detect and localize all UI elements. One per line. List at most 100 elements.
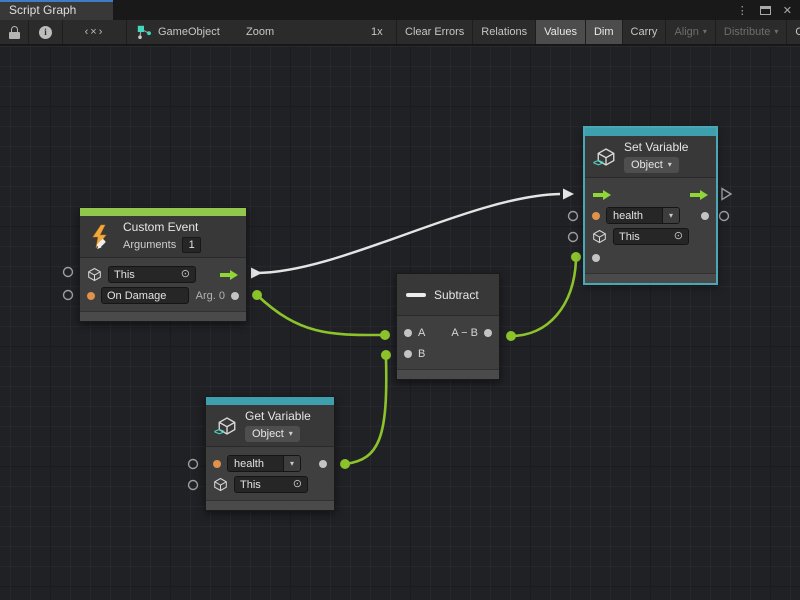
node-get-variable[interactable]: <> Get Variable Object ▾ health ▾ [205, 396, 335, 511]
info-button[interactable]: i [29, 20, 63, 44]
button-label: Values [544, 26, 577, 38]
field-value: On Damage [107, 290, 166, 302]
wire-dot[interactable] [340, 459, 350, 469]
node-footer [206, 500, 334, 510]
external-port-circle[interactable] [64, 291, 73, 300]
button-label: Carry [631, 26, 658, 38]
variable-name-dropdown[interactable]: health ▾ [606, 207, 680, 224]
scope-value: Object [252, 428, 284, 440]
output-port[interactable] [484, 329, 492, 337]
external-port-circle[interactable] [569, 212, 578, 221]
flow-out-arrow-icon[interactable] [219, 269, 239, 281]
gameobject-cube-icon [87, 267, 102, 282]
align-button[interactable]: Align ▾ [666, 20, 715, 44]
graph-toolbar: i ‹×› GameObject Zoom 1x Clear Errors Re… [0, 20, 800, 45]
external-flow-port-triangle[interactable] [722, 189, 731, 200]
input-b-port[interactable] [404, 350, 412, 358]
lock-button[interactable] [0, 20, 29, 44]
values-button[interactable]: Values [536, 20, 586, 44]
tab-script-graph[interactable]: Script Graph [0, 0, 113, 20]
node-set-variable[interactable]: <> Set Variable Object ▾ [584, 127, 717, 284]
distribute-button[interactable]: Distribute ▾ [716, 20, 787, 44]
tab-label: Script Graph [9, 3, 76, 17]
close-icon[interactable]: ✕ [783, 4, 792, 17]
object-picker-icon[interactable]: ⊙ [293, 479, 302, 490]
value-wire-arg0-to-subtract-a[interactable] [257, 295, 383, 335]
input-b-label: B [418, 348, 425, 360]
node-custom-event[interactable]: Custom Event Arguments 1 This ⊙ [79, 207, 247, 322]
zoom-label: Zoom [246, 20, 274, 44]
target-object-field[interactable]: This ⊙ [613, 228, 689, 245]
flow-port-in-set-variable[interactable] [563, 189, 574, 200]
node-ports: health ▾ This ⊙ [585, 178, 716, 273]
carry-button[interactable]: Carry [623, 20, 667, 44]
node-title: Get Variable [245, 409, 311, 423]
variable-icon: <> [215, 416, 237, 436]
wire-dot[interactable] [252, 290, 262, 300]
node-ports: health ▾ This ⊙ [206, 447, 334, 500]
input-a-port[interactable] [404, 329, 412, 337]
name-port[interactable] [213, 460, 221, 468]
node-header: <> Set Variable Object ▾ [585, 136, 716, 178]
arguments-count-field[interactable]: 1 [182, 237, 201, 253]
external-port-circle[interactable] [569, 233, 578, 242]
variable-scope-dropdown[interactable]: Object ▾ [624, 157, 679, 173]
port-row-input-value [585, 247, 716, 268]
variable-name-dropdown[interactable]: health ▾ [227, 455, 301, 472]
object-picker-icon[interactable]: ⊙ [674, 231, 683, 242]
arg0-output-port[interactable] [231, 292, 239, 300]
chevron-down-icon: ▾ [703, 28, 707, 36]
port-row-event: On Damage Arg. 0 [80, 285, 246, 306]
value-wire-subtract-to-setvariable[interactable] [511, 260, 576, 336]
clear-errors-button[interactable]: Clear Errors [396, 20, 473, 44]
flow-wire-customevent-to-setvariable[interactable] [256, 194, 560, 273]
flow-port-out-custom-event[interactable] [251, 268, 262, 279]
button-label: Align [674, 26, 698, 38]
external-port-circle[interactable] [720, 212, 729, 221]
value-input-port[interactable] [592, 254, 600, 262]
name-port[interactable] [592, 212, 600, 220]
node-subtract[interactable]: Subtract A A − B B [396, 273, 500, 380]
overview-button[interactable]: Overview [787, 20, 800, 44]
event-port[interactable] [87, 292, 95, 300]
value-wire-getvariable-to-subtract-b[interactable] [345, 358, 386, 464]
value-output-port[interactable] [701, 212, 709, 220]
tab-bar: Script Graph ⋮ ✕ [0, 0, 800, 20]
wire-dot[interactable] [571, 252, 581, 262]
dim-button[interactable]: Dim [586, 20, 623, 44]
external-port-circle[interactable] [64, 268, 73, 277]
wire-dot[interactable] [381, 350, 391, 360]
node-header: Custom Event Arguments 1 [80, 216, 246, 258]
menu-dots-icon[interactable]: ⋮ [737, 4, 748, 17]
node-color-bar [585, 128, 716, 136]
value-output-port[interactable] [319, 460, 327, 468]
node-header: Subtract [397, 274, 499, 316]
maximize-icon[interactable] [760, 6, 771, 15]
variable-scope-dropdown[interactable]: Object ▾ [245, 426, 300, 442]
gameobject-reference[interactable]: GameObject [127, 20, 239, 44]
toolbar-buttons: Clear Errors Relations Values Dim Carry … [396, 20, 800, 44]
port-row-a: A A − B [397, 322, 499, 343]
event-name-field[interactable]: On Damage [101, 287, 189, 304]
port-row-target: This ⊙ [80, 264, 246, 285]
flow-out-arrow-icon[interactable] [689, 189, 709, 201]
node-footer [397, 369, 499, 379]
chevron-down-icon: ▾ [774, 28, 778, 36]
field-value: This [114, 269, 135, 281]
graph-canvas[interactable]: Custom Event Arguments 1 This ⊙ [0, 46, 800, 600]
target-object-field[interactable]: This ⊙ [234, 476, 308, 493]
chevron-down-icon: ▾ [289, 430, 293, 438]
wire-dot[interactable] [380, 330, 390, 340]
button-label: Clear Errors [405, 26, 464, 38]
object-picker-icon[interactable]: ⊙ [181, 269, 190, 280]
port-row-name: health ▾ [585, 205, 716, 226]
external-port-circle[interactable] [189, 460, 198, 469]
node-title: Subtract [434, 288, 479, 302]
external-port-circle[interactable] [189, 481, 198, 490]
wire-dot[interactable] [506, 331, 516, 341]
flow-in-arrow-icon[interactable] [592, 189, 612, 201]
code-view-button[interactable]: ‹×› [63, 20, 127, 44]
relations-button[interactable]: Relations [473, 20, 536, 44]
node-title: Custom Event [123, 220, 201, 234]
target-object-field[interactable]: This ⊙ [108, 266, 196, 283]
